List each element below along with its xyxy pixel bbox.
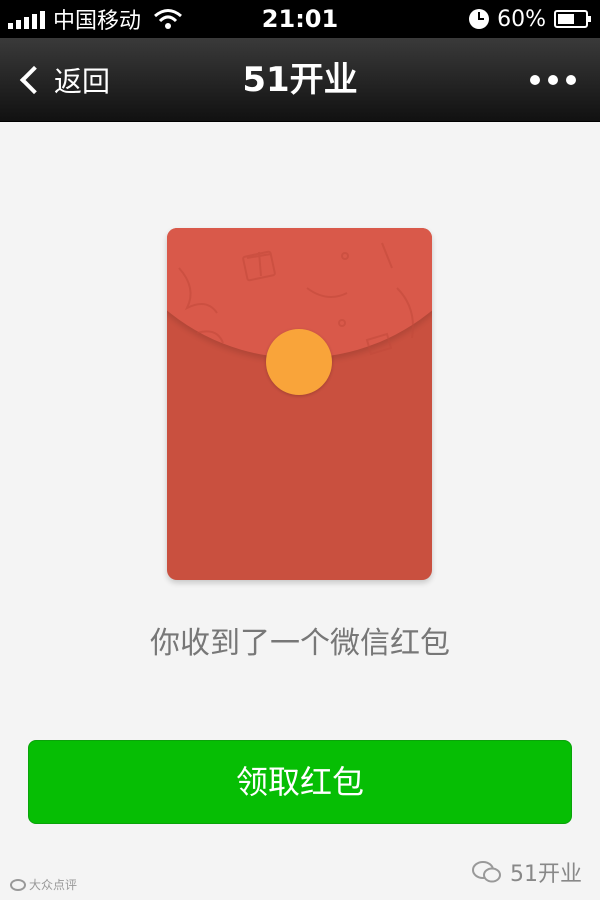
watermark-left-text: 大众点评 — [29, 878, 78, 892]
wifi-icon — [154, 9, 182, 29]
wechat-icon — [472, 861, 501, 883]
status-bar: 中国移动 21:01 60% — [0, 0, 600, 38]
carrier-label: 中国移动 — [53, 9, 142, 34]
signal-icon — [8, 9, 45, 29]
battery-icon — [554, 10, 591, 28]
chevron-left-icon — [19, 65, 49, 95]
nav-bar: 返回 51开业 — [0, 38, 600, 122]
clock-icon — [469, 9, 490, 29]
weibo-icon — [10, 878, 26, 891]
received-message: 你收到了一个微信红包 — [150, 626, 450, 661]
more-dot — [530, 75, 540, 85]
watermark-right: 51开业 — [472, 856, 582, 888]
battery-fill — [558, 14, 574, 24]
back-button[interactable]: 返回 — [16, 38, 110, 122]
watermark-right-text: 51开业 — [510, 862, 582, 887]
open-red-envelope-button[interactable]: 领取红包 — [28, 740, 572, 824]
envelope-seal-button[interactable] — [266, 329, 332, 395]
more-button[interactable] — [530, 38, 576, 122]
more-dot — [566, 75, 576, 85]
more-dot — [548, 75, 558, 85]
battery-percent: 60% — [497, 6, 546, 32]
red-envelope[interactable] — [167, 228, 432, 580]
back-label: 返回 — [54, 65, 111, 98]
watermark-left: 大众点评 — [10, 876, 77, 893]
